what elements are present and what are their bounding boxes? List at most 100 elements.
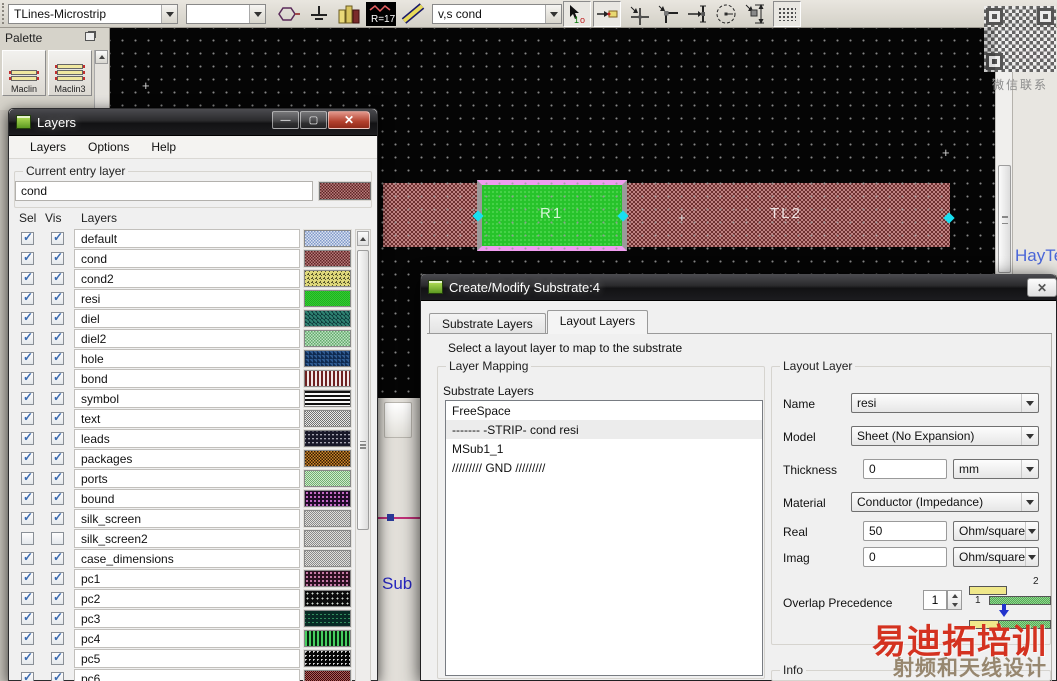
toolbar-grip[interactable] bbox=[2, 3, 5, 24]
visible-checkbox[interactable] bbox=[51, 490, 64, 505]
visible-checkbox[interactable] bbox=[51, 670, 64, 681]
select-checkbox[interactable] bbox=[21, 390, 34, 405]
palette-item-maclin[interactable]: Maclin bbox=[2, 50, 46, 96]
layer-pattern-swatch[interactable] bbox=[303, 489, 352, 508]
layer-pattern-swatch[interactable] bbox=[303, 389, 352, 408]
menu-options[interactable]: Options bbox=[77, 140, 140, 154]
chevron-down-icon[interactable] bbox=[161, 5, 177, 23]
layer-name[interactable]: pc4 bbox=[74, 629, 300, 648]
layer-pattern-swatch[interactable] bbox=[303, 549, 352, 568]
chevron-down-icon[interactable] bbox=[545, 5, 561, 23]
visible-checkbox[interactable] bbox=[51, 310, 64, 325]
layer-pattern-swatch[interactable] bbox=[303, 629, 352, 648]
select-checkbox[interactable] bbox=[21, 290, 34, 305]
snap-distance-button[interactable] bbox=[743, 1, 769, 27]
layer-name[interactable]: pc3 bbox=[74, 609, 300, 628]
select-checkbox[interactable] bbox=[21, 370, 34, 385]
layer-pattern-swatch[interactable] bbox=[303, 609, 352, 628]
visible-checkbox[interactable] bbox=[51, 510, 64, 525]
layer-pattern-swatch[interactable] bbox=[303, 649, 352, 668]
visible-checkbox[interactable] bbox=[51, 370, 64, 385]
layers-scrollbar[interactable] bbox=[355, 229, 371, 681]
visible-checkbox[interactable] bbox=[51, 350, 64, 365]
visible-checkbox[interactable] bbox=[51, 550, 64, 565]
visible-checkbox[interactable] bbox=[51, 532, 64, 545]
layer-pattern-swatch[interactable] bbox=[303, 309, 352, 328]
layer-name[interactable]: hole bbox=[74, 349, 300, 368]
layer-name[interactable]: text bbox=[74, 409, 300, 428]
snap-to-edge-button[interactable] bbox=[685, 1, 711, 27]
layer-pattern-swatch[interactable] bbox=[303, 449, 352, 468]
select-checkbox[interactable] bbox=[21, 550, 34, 565]
real-input[interactable]: 50 bbox=[863, 521, 947, 541]
select-checkbox[interactable] bbox=[21, 670, 34, 681]
scrollbar-thumb[interactable] bbox=[357, 250, 369, 530]
layer-name[interactable]: diel2 bbox=[74, 329, 300, 348]
select-checkbox[interactable] bbox=[21, 350, 34, 365]
snap-to-vertex-button[interactable] bbox=[655, 1, 681, 27]
component-library-combo[interactable]: TLines-Microstrip bbox=[8, 4, 178, 24]
material-combo[interactable]: Conductor (Impedance) bbox=[851, 492, 1039, 512]
layer-pattern-swatch[interactable] bbox=[303, 329, 352, 348]
layer-name[interactable]: leads bbox=[74, 429, 300, 448]
layer-name[interactable]: default bbox=[74, 229, 300, 248]
visible-checkbox[interactable] bbox=[51, 610, 64, 625]
layer-name[interactable]: packages bbox=[74, 449, 300, 468]
ground-icon[interactable] bbox=[304, 1, 334, 27]
tab-substrate-layers[interactable]: Substrate Layers bbox=[429, 313, 546, 334]
layer-name[interactable]: silk_screen bbox=[74, 509, 300, 528]
visible-checkbox[interactable] bbox=[51, 250, 64, 265]
model-combo[interactable]: Sheet (No Expansion) bbox=[851, 426, 1039, 446]
library-browser-icon[interactable] bbox=[334, 1, 364, 27]
palette-item-maclin3[interactable]: Maclin3 bbox=[48, 50, 92, 96]
snap-to-pin-button[interactable] bbox=[593, 1, 621, 27]
dialog-titlebar[interactable]: Create/Modify Substrate:4 bbox=[421, 274, 1056, 301]
select-checkbox[interactable] bbox=[21, 330, 34, 345]
thickness-unit-combo[interactable]: mm bbox=[953, 459, 1039, 479]
layer-name[interactable]: pc2 bbox=[74, 589, 300, 608]
layer-pattern-swatch[interactable] bbox=[303, 509, 352, 528]
layer-name[interactable]: pc6 bbox=[74, 669, 300, 681]
layer-name[interactable]: bound bbox=[74, 489, 300, 508]
layer-pattern-swatch[interactable] bbox=[303, 269, 352, 288]
layer-pattern-swatch[interactable] bbox=[303, 289, 352, 308]
name-combo[interactable]: resi bbox=[851, 393, 1039, 413]
snap-to-grid-button[interactable] bbox=[773, 1, 801, 27]
layer-name[interactable]: cond bbox=[74, 249, 300, 268]
layer-name[interactable]: diel bbox=[74, 309, 300, 328]
visible-checkbox[interactable] bbox=[51, 410, 64, 425]
scroll-up-button[interactable] bbox=[357, 231, 369, 246]
layer-name[interactable]: bond bbox=[74, 369, 300, 388]
port-icon[interactable] bbox=[272, 1, 302, 27]
overlap-spinner[interactable] bbox=[947, 590, 962, 610]
layer-name[interactable]: symbol bbox=[74, 389, 300, 408]
current-entry-swatch[interactable] bbox=[318, 181, 372, 201]
visible-checkbox[interactable] bbox=[51, 290, 64, 305]
layer-pattern-swatch[interactable] bbox=[303, 589, 352, 608]
visible-checkbox[interactable] bbox=[51, 650, 64, 665]
thickness-input[interactable]: 0 bbox=[863, 459, 947, 479]
visible-checkbox[interactable] bbox=[51, 590, 64, 605]
substrate-layer-item[interactable]: ------- -STRIP- cond resi bbox=[446, 420, 762, 439]
substrate-layer-item[interactable]: FreeSpace bbox=[446, 401, 762, 420]
imag-input[interactable]: 0 bbox=[863, 547, 947, 567]
layer-pattern-swatch[interactable] bbox=[303, 369, 352, 388]
select-checkbox[interactable] bbox=[21, 630, 34, 645]
snap-to-intersection-button[interactable] bbox=[627, 1, 653, 27]
insert-trace-icon[interactable] bbox=[398, 1, 428, 27]
layer-pattern-swatch[interactable] bbox=[303, 429, 352, 448]
visible-checkbox[interactable] bbox=[51, 330, 64, 345]
layer-pattern-swatch[interactable] bbox=[303, 469, 352, 488]
visible-checkbox[interactable] bbox=[51, 470, 64, 485]
real-unit-combo[interactable]: Ohm/square bbox=[953, 521, 1039, 541]
select-checkbox[interactable] bbox=[21, 270, 34, 285]
scrollbar-thumb[interactable] bbox=[998, 165, 1011, 273]
select-checkbox[interactable] bbox=[21, 570, 34, 585]
var-eqn-icon[interactable]: R=17 bbox=[366, 2, 396, 26]
microstrip-trace[interactable] bbox=[383, 183, 950, 247]
layer-name[interactable]: resi bbox=[74, 289, 300, 308]
layer-name[interactable]: ports bbox=[74, 469, 300, 488]
select-checkbox[interactable] bbox=[21, 450, 34, 465]
scroll-up-button[interactable] bbox=[95, 50, 108, 64]
chevron-down-icon[interactable] bbox=[249, 5, 265, 23]
